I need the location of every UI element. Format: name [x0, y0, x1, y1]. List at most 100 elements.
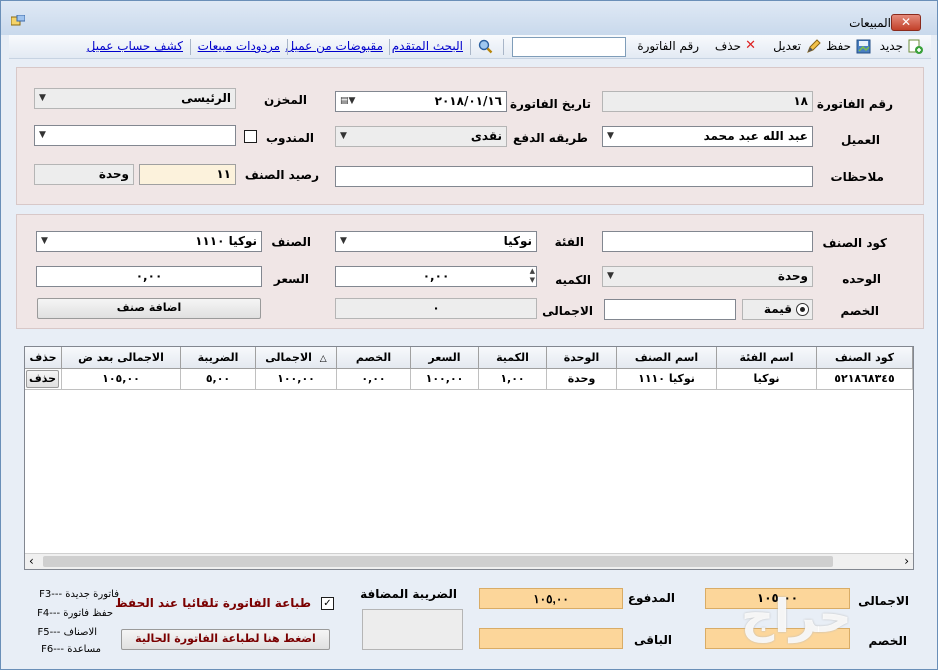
sales-returns-link[interactable]: مردودات مبيعات	[198, 39, 280, 53]
vat-field	[362, 609, 463, 650]
column-header[interactable]: الضريبة	[181, 347, 256, 369]
table-cell[interactable]: نوكيا	[717, 369, 817, 390]
quantity-stepper[interactable]: ٠,٠٠ ▲ ▼	[335, 266, 537, 287]
chevron-down-icon: ▼	[340, 131, 347, 141]
store-select[interactable]: الرئيسى ▼	[34, 88, 236, 109]
paid-label: المدفوع	[627, 591, 675, 605]
invoice-date-picker[interactable]: ٢٠١٨/٠١/١٦ ▼▤	[335, 91, 507, 112]
paid-amount-input[interactable]	[479, 588, 623, 609]
price-input[interactable]: ٠,٠٠	[36, 266, 262, 287]
category-value: نوكيا	[503, 234, 532, 248]
scroll-left-icon[interactable]: ‹	[29, 554, 34, 569]
customer-statement-link[interactable]: كشف حساب عميل	[87, 39, 183, 53]
advanced-search-link[interactable]: البحث المتقدم	[392, 39, 463, 53]
table-cell[interactable]: ١٠٠,٠٠	[411, 369, 479, 390]
table-cell[interactable]: ٥٢١٨٦٨٣٤٥	[817, 369, 913, 390]
payment-method-select[interactable]: نقدى ▼	[335, 126, 507, 147]
table-cell[interactable]: ٥,٠٠	[181, 369, 256, 390]
sales-rep-select[interactable]: ▼	[34, 125, 236, 146]
shortcut-hint: حفظ فاتورة ---F4	[37, 608, 113, 619]
calendar-dropdown-icon[interactable]: ▼▤	[340, 92, 355, 111]
unit-select[interactable]: وحدة ▼	[602, 266, 813, 287]
add-item-button[interactable]: اضافة صنف	[37, 298, 261, 319]
column-header[interactable]: الاجمالى بعد ض	[62, 347, 181, 369]
table-cell[interactable]: ١٠٥,٠٠	[62, 369, 181, 390]
discount-input[interactable]	[604, 299, 736, 320]
line-total-label: الاجمالى	[542, 304, 593, 318]
invoice-number-label: رقم الفاتورة	[637, 39, 699, 53]
discount-type-radio[interactable]	[796, 303, 809, 316]
notes-input[interactable]	[335, 166, 813, 187]
table-cell[interactable]: ١,٠٠	[479, 369, 547, 390]
invoice-discount-label: الخصم	[868, 634, 907, 648]
toolbar-separator	[287, 39, 288, 55]
scroll-right-icon[interactable]: ›	[904, 554, 909, 569]
add-icon	[908, 39, 923, 54]
category-select[interactable]: نوكيا ▼	[335, 231, 537, 252]
column-header[interactable]: اسم الفئة	[717, 347, 817, 369]
title-bar: المبيعات ✕	[1, 1, 937, 35]
item-balance-label: رصيد الصنف	[244, 168, 319, 182]
shortcut-hint: مساعدة ---F6	[41, 644, 101, 655]
delete-button[interactable]: حذف	[715, 39, 741, 53]
invoice-number-search-input[interactable]	[512, 37, 626, 57]
table-cell[interactable]: ١٠٠,٠٠	[256, 369, 337, 390]
table-cell[interactable]: نوكيا ١١١٠	[617, 369, 717, 390]
customer-receipts-link[interactable]: مقبوضات من عميل	[286, 39, 383, 53]
column-header[interactable]: كود الصنف	[817, 347, 913, 369]
item-code-label: كود الصنف	[822, 236, 887, 250]
vat-label: الضريبة المضافة	[360, 587, 457, 601]
save-icon	[856, 39, 871, 54]
delete-row-cell: حذف	[25, 369, 62, 390]
close-button[interactable]: ✕	[891, 14, 921, 31]
line-total-field: ٠	[335, 298, 537, 319]
horizontal-scrollbar[interactable]: ‹ ›	[25, 553, 913, 569]
customer-label: العميل	[840, 133, 880, 147]
delete-icon: ✕	[745, 38, 756, 53]
invoice-number-label: رقم الفاتورة	[816, 97, 893, 111]
edit-button[interactable]: تعديل	[773, 39, 801, 53]
chevron-down-icon: ▼	[41, 236, 48, 246]
window-title: المبيعات	[849, 16, 891, 30]
notes-label: ملاحظات	[830, 170, 884, 184]
toolbar-separator	[470, 39, 471, 55]
table-cell[interactable]: ٠,٠٠	[337, 369, 411, 390]
save-button[interactable]: حفظ	[826, 39, 851, 53]
column-header-sorted[interactable]: الاجمالى △	[256, 347, 337, 369]
toolbar: جديد حفظ تعديل ✕ حذف رقم الفاتورة البحث …	[9, 35, 931, 59]
new-button[interactable]: جديد	[880, 39, 903, 53]
invoice-items-grid[interactable]: كود الصنف اسم الفئة اسم الصنف الوحدة الك…	[24, 346, 914, 570]
toolbar-separator	[503, 39, 504, 55]
auto-print-label[interactable]: طباعة الفاتورة تلقائيا عند الحفظ	[115, 596, 311, 610]
column-header[interactable]: السعر	[411, 347, 479, 369]
app-icon	[11, 15, 25, 26]
column-header[interactable]: الوحدة	[547, 347, 617, 369]
sales-rep-checkbox[interactable]	[244, 130, 257, 143]
item-select[interactable]: نوكيا ١١١٠ ▼	[36, 231, 262, 252]
scrollbar-thumb[interactable]	[43, 556, 833, 567]
delete-row-button[interactable]: حذف	[26, 370, 59, 388]
invoice-number-field: ١٨	[602, 91, 813, 112]
invoice-date-value: ٢٠١٨/٠١/١٦	[434, 94, 502, 108]
store-value: الرئيسى	[181, 91, 231, 105]
print-current-invoice-button[interactable]: اضغط هنا لطباعة الفاتورة الحالية	[121, 629, 330, 650]
column-header[interactable]: حذف	[25, 347, 62, 369]
column-header[interactable]: الكمية	[479, 347, 547, 369]
chevron-down-icon: ▼	[39, 93, 46, 103]
table-cell[interactable]: وحدة	[547, 369, 617, 390]
sales-window: المبيعات ✕ جديد حفظ تعديل ✕ حذف رقم الفا…	[0, 0, 938, 670]
item-value: نوكيا ١١١٠	[195, 234, 257, 248]
unit-label: الوحده	[842, 272, 881, 286]
column-header[interactable]: الخصم	[337, 347, 411, 369]
sort-ascending-icon: △	[319, 354, 327, 364]
watermark-text: حراج	[741, 589, 852, 643]
item-balance-unit: وحدة	[34, 164, 134, 185]
search-icon[interactable]	[478, 39, 493, 54]
stepper-arrows-icon[interactable]: ▲ ▼	[530, 267, 535, 285]
chevron-down-icon: ▼	[340, 236, 347, 246]
customer-select[interactable]: عبد الله عبد محمد ▼	[602, 126, 813, 147]
column-header[interactable]: اسم الصنف	[617, 347, 717, 369]
item-code-input[interactable]	[602, 231, 813, 252]
chevron-down-icon: ▼	[39, 130, 46, 140]
auto-print-checkbox[interactable]: ✓	[321, 597, 334, 610]
